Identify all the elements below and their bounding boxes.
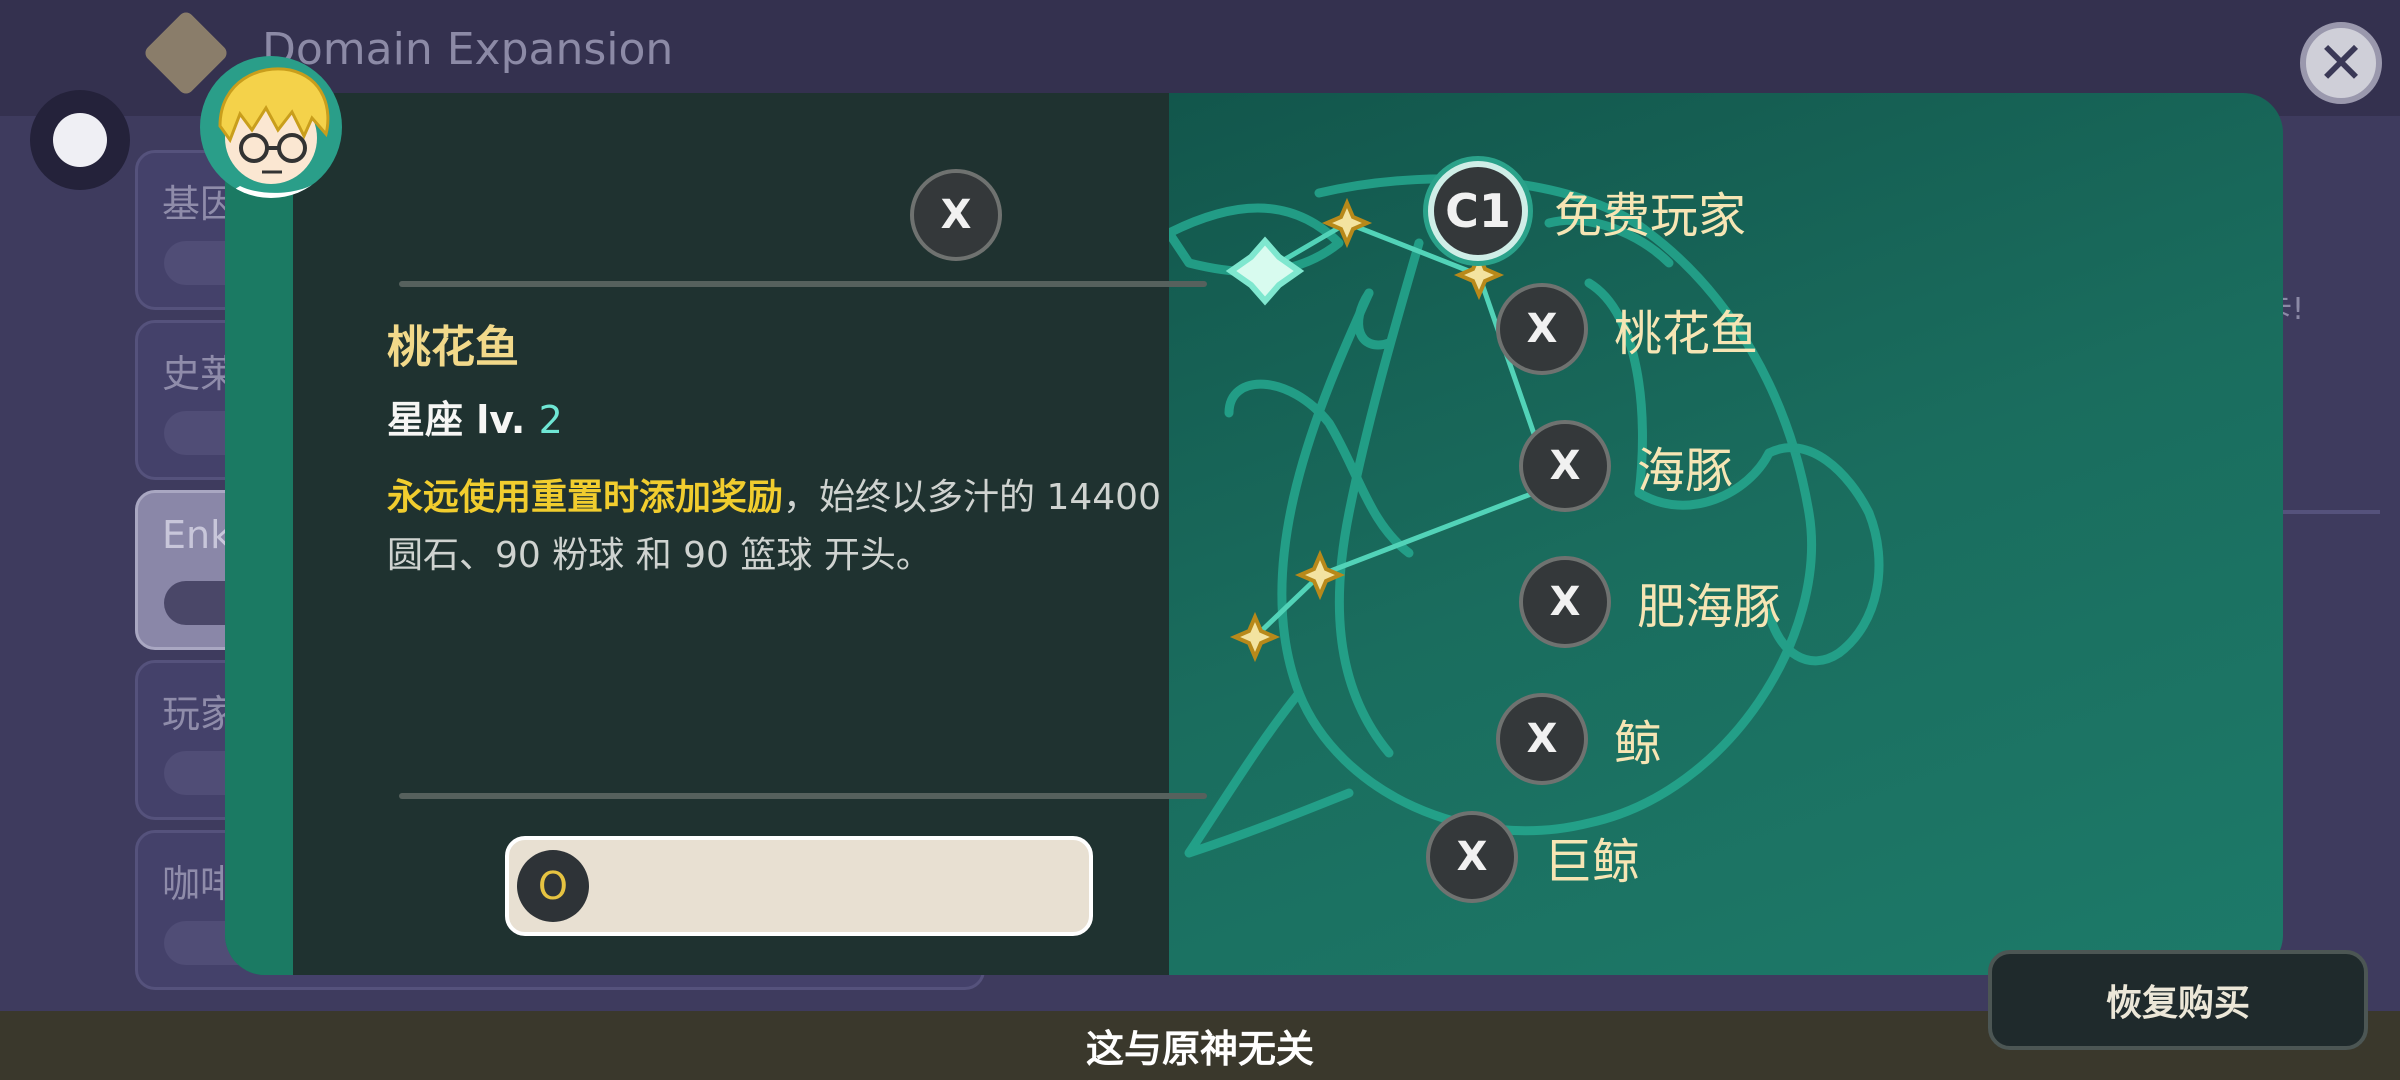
constellation-item-c4[interactable]: X 肥海豚 [1519,556,1781,648]
modal-left-strip [225,93,293,975]
constellation-item-c2[interactable]: X 桃花鱼 [1496,283,1758,375]
constellation-badge: X [1426,811,1518,903]
character-avatar[interactable] [200,56,342,198]
restore-purchase-button[interactable]: 恢复购买 [1988,950,2368,1050]
constellation-modal: X 桃花鱼 星座 lv. 2 永远使用重置时添加奖励，始终以多汁的 14400 … [225,93,2283,975]
constellation-item-c5[interactable]: X 鲸 [1496,693,1662,785]
constellation-badge: X [1496,693,1588,785]
constellation-label: 桃花鱼 [1614,306,1759,362]
close-icon[interactable]: ✕ [2300,22,2382,104]
constellation-label: 鲸 [1614,716,1663,772]
constellation-label: 免费玩家 [1554,188,1747,244]
level-prefix: 星座 lv. [387,398,526,442]
constellation-level: 星座 lv. 2 [387,389,563,444]
constellation-badge: C1 [1428,161,1528,261]
constellation-description: 永远使用重置时添加奖励，始终以多汁的 14400 圆石、90 粉球 和 90 篮… [387,469,1187,585]
description-highlight: 永远使用重置时添加奖励 [387,477,784,518]
constellation-label: 海豚 [1637,443,1734,499]
page-title: Domain Expansion [262,24,674,75]
constellation-badge: X [1496,283,1588,375]
sidebar-toggle[interactable] [30,90,130,190]
constellation-label: 巨鲸 [1544,834,1641,890]
constellation-item-c1[interactable]: C1 免费玩家 [1428,161,1746,261]
unlock-bar[interactable]: O [505,836,1093,936]
constellation-detail-panel: X 桃花鱼 星座 lv. 2 永远使用重置时添加奖励，始终以多汁的 14400 … [293,93,1207,975]
level-value: 2 [538,398,563,442]
modal-close-button[interactable]: X [910,169,1002,261]
constellation-badge: X [1519,556,1611,648]
constellation-label: 肥海豚 [1637,579,1782,635]
divider [399,281,1207,287]
constellation-map-panel: C1 免费玩家 X 桃花鱼 X 海豚 X 肥海豚 X 鲸 X 巨鲸 [1169,93,2283,975]
constellation-item-c6[interactable]: X 巨鲸 [1426,811,1640,903]
setting-card-label: Enk [162,513,233,557]
avatar-image [218,67,342,198]
constellation-name: 桃花鱼 [387,322,519,373]
subtitle-text: 这与原神无关 [1085,1027,1314,1071]
constellation-item-c3[interactable]: X 海豚 [1519,420,1733,512]
unlock-badge: O [517,850,589,922]
divider [399,793,1207,799]
constellation-badge: X [1519,420,1611,512]
